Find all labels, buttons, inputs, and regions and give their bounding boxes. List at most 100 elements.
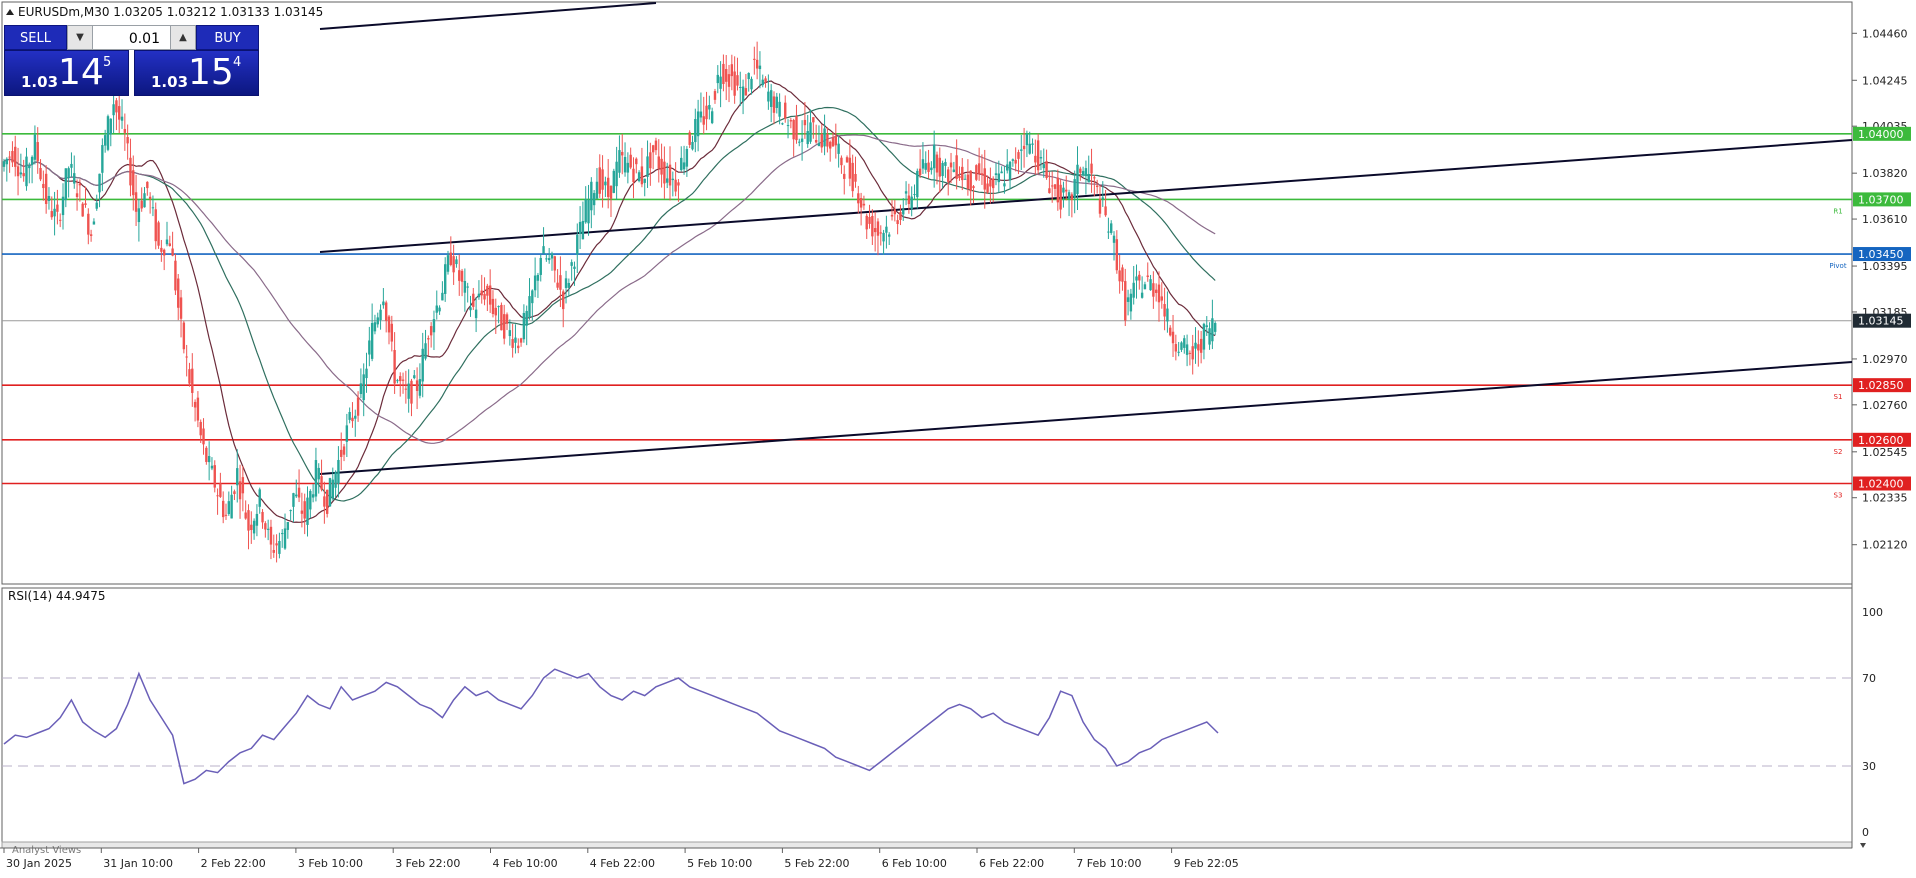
candle-body bbox=[224, 514, 228, 516]
candle-body bbox=[604, 181, 607, 186]
candle-body bbox=[581, 221, 585, 240]
candle-body bbox=[140, 200, 143, 209]
candle-body bbox=[261, 511, 264, 523]
level-tag: R1 bbox=[1833, 207, 1842, 215]
candle-body bbox=[1011, 159, 1015, 161]
candle-body bbox=[514, 337, 517, 343]
current-price-label: 1.03145 bbox=[1858, 315, 1904, 328]
candle-body bbox=[1101, 197, 1104, 199]
candle-body bbox=[483, 293, 486, 300]
candle-body bbox=[1095, 185, 1099, 188]
candle-body bbox=[309, 491, 312, 510]
price-axis[interactable]: 1.044601.042451.040351.038201.036101.033… bbox=[1852, 27, 1911, 552]
candle-body bbox=[696, 111, 700, 137]
analyst-views-tab[interactable]: Analyst Views bbox=[12, 845, 81, 856]
buy-button[interactable]: BUY bbox=[196, 25, 259, 50]
rsi-axis-label: 30 bbox=[1862, 760, 1876, 773]
candle-body bbox=[1199, 338, 1203, 353]
candle-body bbox=[601, 169, 604, 190]
candle-body bbox=[126, 137, 129, 144]
candle-body bbox=[823, 128, 826, 147]
sell-price-button[interactable]: 1.03 14 5 bbox=[4, 50, 129, 96]
candle-body bbox=[910, 196, 913, 209]
candle-body bbox=[1191, 346, 1194, 360]
candle-body bbox=[174, 260, 177, 291]
candle-body bbox=[401, 379, 405, 381]
candle-body bbox=[755, 59, 759, 69]
candle-body bbox=[812, 117, 815, 123]
candle-body bbox=[469, 307, 472, 311]
candle-body bbox=[677, 182, 680, 186]
candle-body bbox=[168, 243, 172, 246]
candle-body bbox=[775, 96, 779, 108]
candle-body bbox=[1135, 276, 1138, 281]
candle-body bbox=[458, 270, 461, 281]
candle-body bbox=[522, 312, 526, 340]
candle-body bbox=[382, 301, 385, 306]
buy-price-button[interactable]: 1.03 15 4 bbox=[134, 50, 259, 96]
lot-size-input[interactable] bbox=[94, 26, 162, 51]
candle-body bbox=[660, 158, 663, 175]
price-axis-label: 1.03820 bbox=[1862, 167, 1908, 180]
candle-body bbox=[67, 168, 70, 179]
candle-body bbox=[590, 181, 593, 211]
candle-body bbox=[1194, 342, 1197, 349]
time-axis-label: 6 Feb 10:00 bbox=[882, 857, 947, 870]
candle-body bbox=[233, 491, 236, 495]
candle-body bbox=[1020, 149, 1023, 151]
candle-body bbox=[924, 163, 927, 170]
candle-body bbox=[202, 428, 205, 445]
candle-body bbox=[623, 156, 627, 173]
candle-body bbox=[323, 496, 326, 507]
scroll-marker-icon[interactable] bbox=[1860, 843, 1866, 848]
candle-body bbox=[348, 411, 351, 420]
candle-body bbox=[438, 307, 441, 312]
candle-body bbox=[331, 479, 334, 499]
candle-body bbox=[1003, 183, 1006, 187]
chart-canvas[interactable]: Analyst Views R1 Pivot S1 S2 S3 1.04460 1.042… bbox=[0, 0, 1916, 874]
candle-body bbox=[997, 173, 1001, 183]
price-axis-label: 1.02760 bbox=[1862, 399, 1908, 412]
lot-increase-icon[interactable]: ▲ bbox=[170, 26, 195, 49]
rsi-panel[interactable] bbox=[1, 587, 1853, 843]
candle-body bbox=[1160, 296, 1163, 301]
candle-body bbox=[123, 128, 127, 133]
candle-body bbox=[986, 183, 989, 193]
candle-body bbox=[410, 380, 413, 404]
candle-body bbox=[767, 91, 770, 102]
candle-body bbox=[407, 383, 410, 399]
candle-body bbox=[165, 239, 169, 245]
sell-button[interactable]: SELL bbox=[4, 25, 67, 50]
candle-body bbox=[741, 86, 745, 102]
candle-body bbox=[219, 483, 222, 497]
candle-body bbox=[778, 101, 781, 117]
candle-body bbox=[11, 151, 14, 163]
price-axis-label: 1.03610 bbox=[1862, 213, 1908, 226]
candle-body bbox=[764, 78, 767, 82]
candle-body bbox=[980, 173, 984, 175]
candle-body bbox=[1079, 168, 1082, 173]
candle-body bbox=[994, 173, 998, 176]
candle-body bbox=[795, 116, 798, 141]
chart-window[interactable]: Analyst Views R1 Pivot S1 S2 S3 1.04460 1.042… bbox=[0, 0, 1916, 874]
candle-body bbox=[1090, 163, 1093, 174]
candle-body bbox=[958, 175, 961, 179]
candle-body bbox=[368, 340, 371, 355]
main-chart-panel[interactable] bbox=[1, 1, 1853, 585]
candle-body bbox=[1050, 185, 1054, 187]
candle-body bbox=[1006, 164, 1009, 171]
candle-body bbox=[688, 132, 691, 145]
candle-body bbox=[902, 209, 905, 215]
level-tag: S1 bbox=[1834, 393, 1843, 401]
lot-decrease-icon[interactable]: ▼ bbox=[68, 26, 93, 49]
candle-body bbox=[843, 173, 846, 179]
candle-body bbox=[899, 212, 902, 221]
candle-body bbox=[81, 203, 84, 217]
analyst-views-strip[interactable] bbox=[1, 841, 1853, 849]
candle-body bbox=[542, 246, 545, 254]
candle-body bbox=[753, 58, 756, 60]
candle-body bbox=[739, 87, 742, 89]
candle-body bbox=[1039, 157, 1043, 159]
candle-body bbox=[682, 162, 686, 170]
candle-body bbox=[399, 376, 402, 382]
